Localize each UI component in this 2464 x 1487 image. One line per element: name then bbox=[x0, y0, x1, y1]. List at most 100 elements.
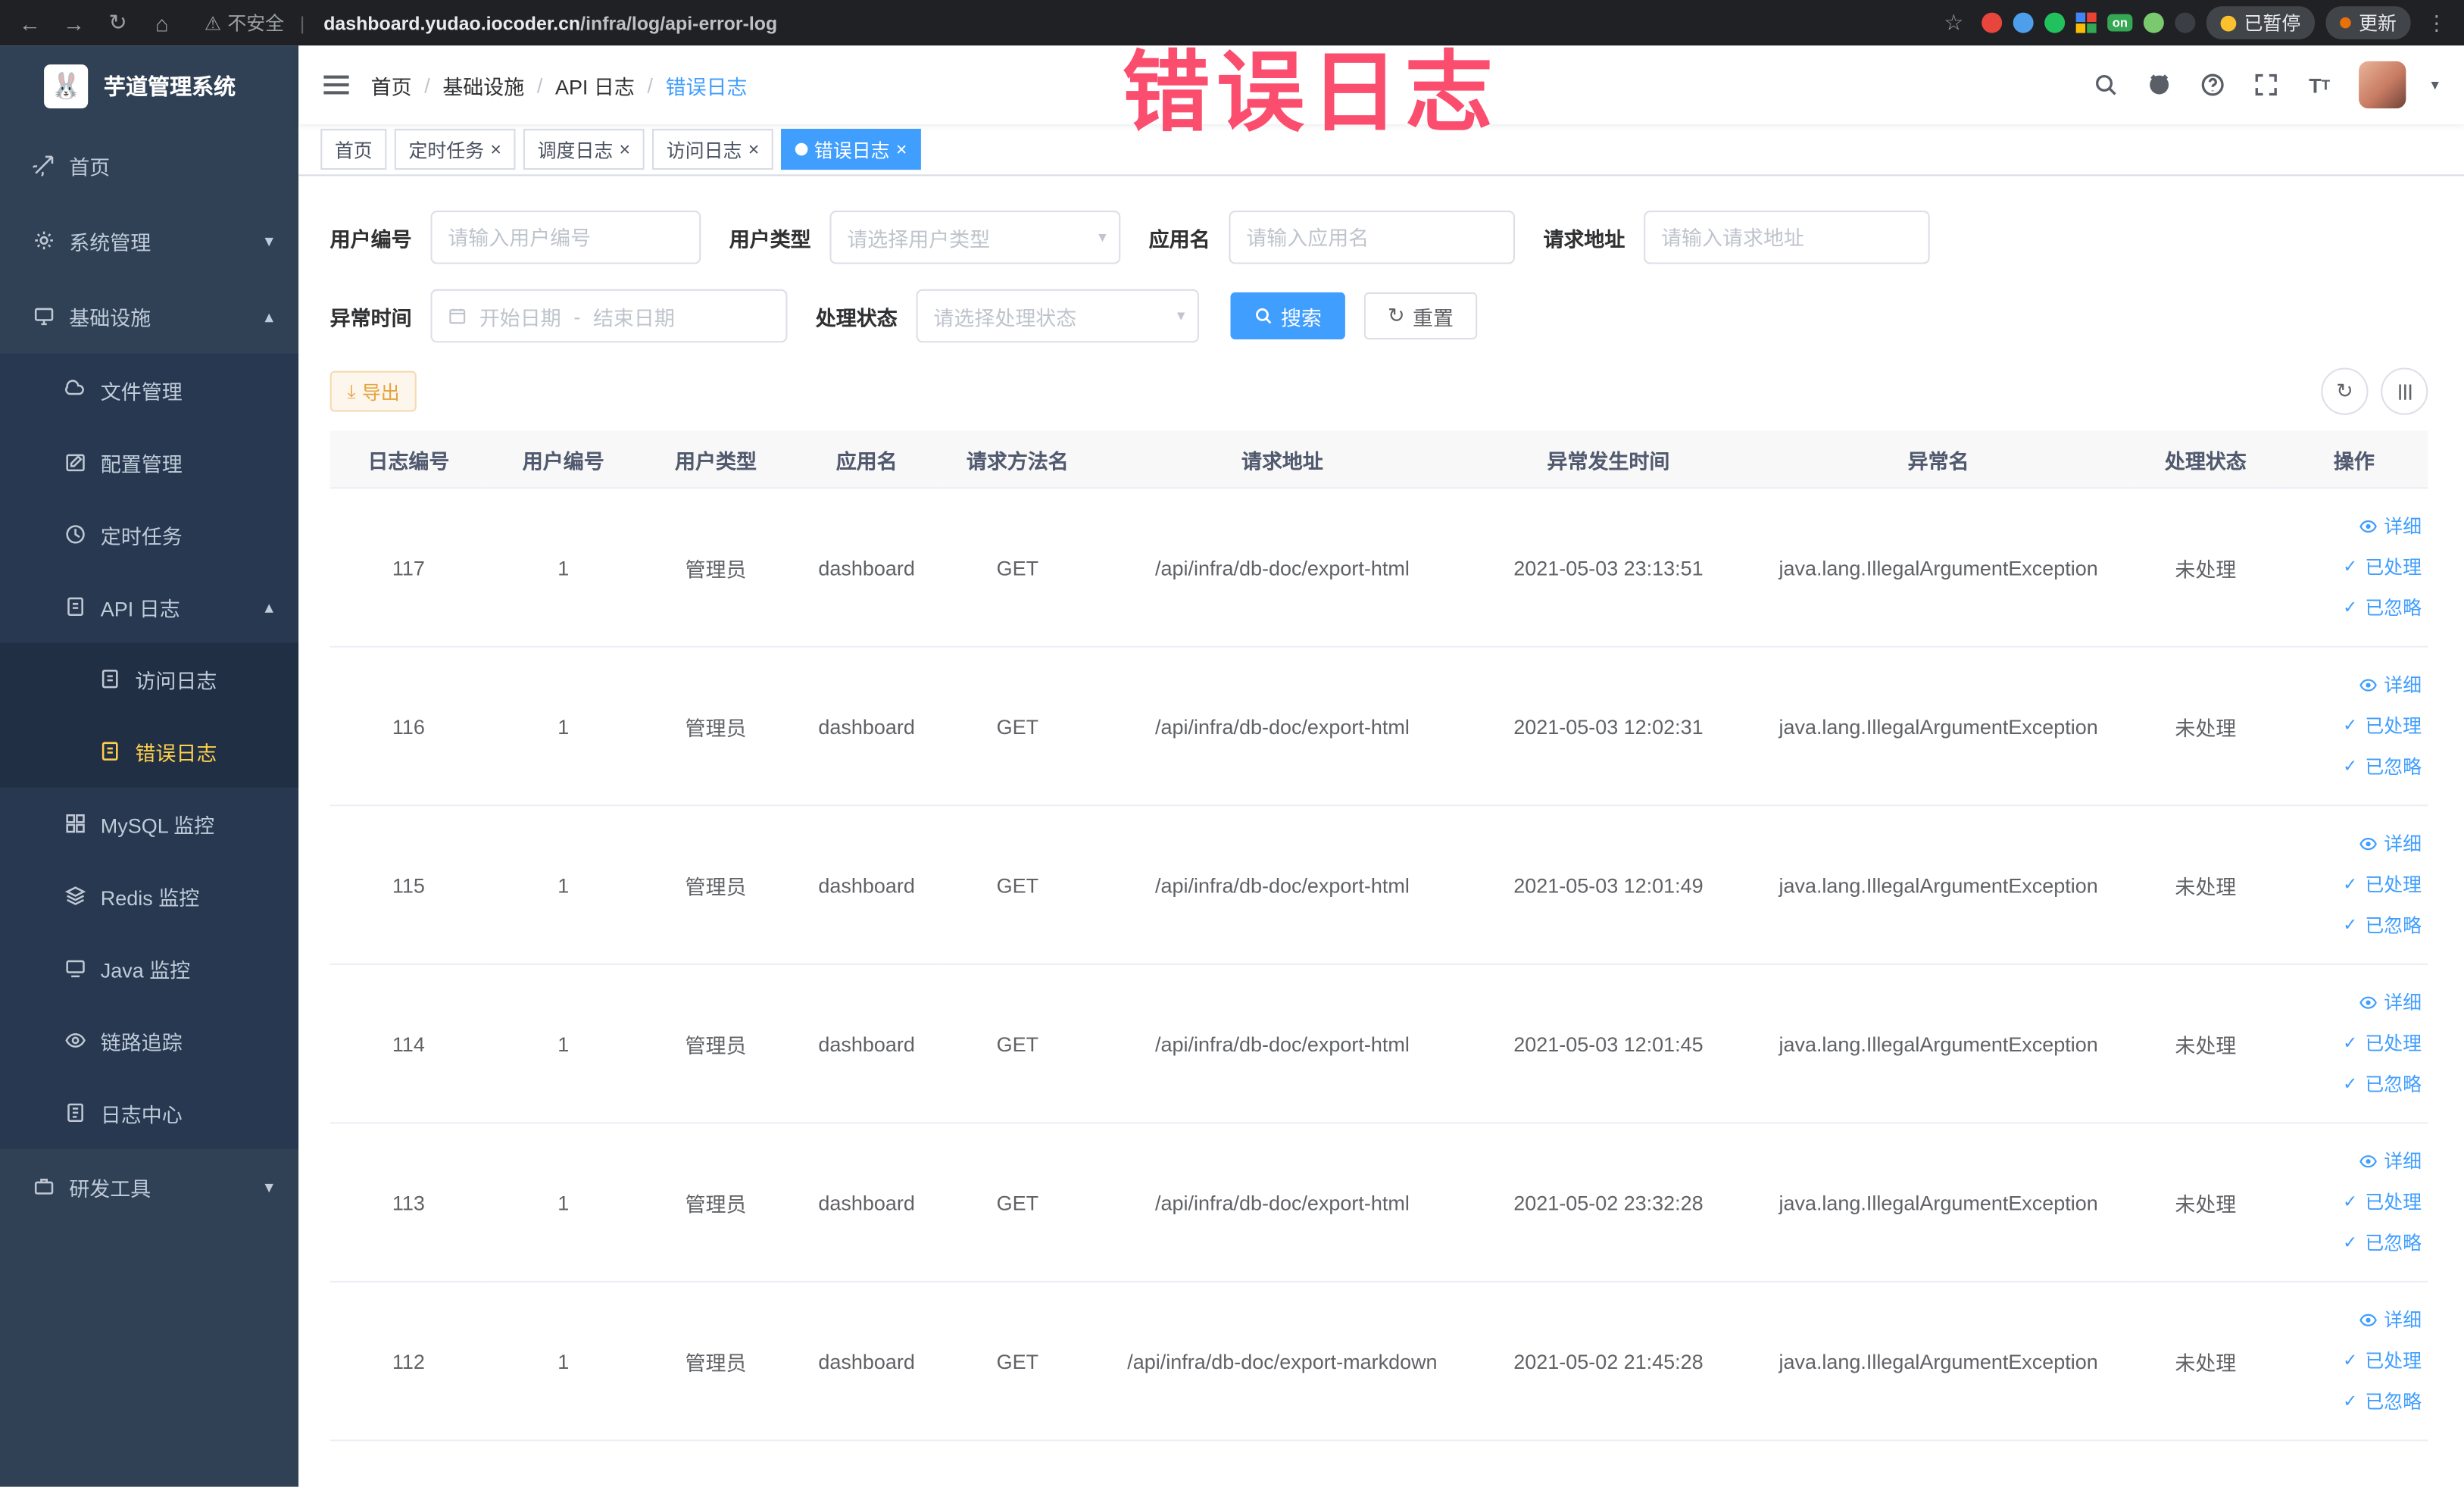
extension-icon[interactable] bbox=[2044, 12, 2066, 33]
column-header: 异常发生时间 bbox=[1470, 430, 1746, 489]
close-icon[interactable]: × bbox=[896, 139, 907, 161]
sidebar-item-file-management[interactable]: 文件管理 bbox=[0, 354, 298, 426]
table-cell: 管理员 bbox=[639, 646, 792, 807]
sidebar-item-infrastructure[interactable]: 基础设施 ▴ bbox=[0, 278, 298, 354]
export-button[interactable]: ⤓ 导出 bbox=[329, 370, 417, 412]
ignored-link[interactable]: ✓ 已忽略 bbox=[2287, 1223, 2422, 1264]
bookmark-star-icon[interactable]: ☆ bbox=[1936, 9, 1971, 36]
extension-icon[interactable] bbox=[2175, 12, 2196, 33]
process-status-label: 处理状态 bbox=[815, 305, 898, 330]
extension-grid-icon[interactable] bbox=[2076, 12, 2097, 33]
request-url-input[interactable] bbox=[1644, 211, 1930, 264]
check-icon: ✓ bbox=[2343, 1192, 2358, 1212]
back-icon[interactable]: ← bbox=[13, 10, 48, 35]
detail-link[interactable]: 详细 bbox=[2287, 982, 2422, 1023]
ignored-link[interactable]: ✓ 已忽略 bbox=[2287, 1064, 2422, 1105]
home-icon[interactable]: ⌂ bbox=[145, 10, 180, 35]
extension-icon[interactable] bbox=[2143, 12, 2164, 33]
eye-icon bbox=[2359, 676, 2379, 695]
sidebar-item-access-log[interactable]: 访问日志 bbox=[0, 643, 298, 715]
extension-icon[interactable] bbox=[2013, 12, 2035, 33]
sidebar-item-system[interactable]: 系统管理 ▾ bbox=[0, 203, 298, 279]
sidebar-item-mysql-monitor[interactable]: MySQL 监控 bbox=[0, 787, 298, 859]
table-cell: java.lang.IllegalArgumentException bbox=[1745, 805, 2131, 965]
breadcrumb-api-logs[interactable]: API 日志 bbox=[555, 70, 635, 99]
sidebar-item-config-management[interactable]: 配置管理 bbox=[0, 426, 298, 498]
detail-link[interactable]: 详细 bbox=[2287, 506, 2422, 547]
paused-badge[interactable]: 已暂停 bbox=[2206, 6, 2316, 39]
breadcrumb-infrastructure[interactable]: 基础设施 bbox=[442, 70, 524, 99]
column-header: 异常名 bbox=[1745, 430, 2131, 489]
detail-link[interactable]: 详细 bbox=[2287, 665, 2422, 706]
sidebar-item-redis-monitor[interactable]: Redis 监控 bbox=[0, 860, 298, 932]
search-button[interactable]: 搜索 bbox=[1230, 292, 1346, 340]
sidebar-item-java-monitor[interactable]: Java 监控 bbox=[0, 932, 298, 1004]
refresh-button[interactable]: ↻ bbox=[2321, 367, 2369, 415]
breadcrumb-error-log[interactable]: 错误日志 bbox=[666, 70, 748, 99]
close-icon[interactable]: × bbox=[620, 139, 631, 161]
processed-link[interactable]: ✓ 已处理 bbox=[2287, 864, 2422, 905]
process-status-select[interactable]: 请选择处理状态 ▾ bbox=[916, 289, 1200, 343]
row-actions: 详细 ✓ 已处理 ✓ 已忽略 bbox=[2280, 805, 2428, 965]
mysql-icon bbox=[63, 812, 86, 836]
tab-home[interactable]: 首页 bbox=[320, 129, 387, 170]
menu-kebab-icon[interactable]: ⋮ bbox=[2422, 10, 2451, 35]
detail-link[interactable]: 详细 bbox=[2287, 1300, 2422, 1341]
processed-link[interactable]: ✓ 已处理 bbox=[2287, 547, 2422, 588]
user-type-select[interactable]: 请选择用户类型 ▾ bbox=[829, 211, 1121, 264]
breadcrumb-home[interactable]: 首页 bbox=[371, 70, 412, 99]
processed-link[interactable]: ✓ 已处理 bbox=[2287, 706, 2422, 747]
reset-button[interactable]: ↻ 重置 bbox=[1363, 292, 1478, 340]
ignored-link[interactable]: ✓ 已忽略 bbox=[2287, 905, 2422, 946]
sidebar-item-scheduled-tasks[interactable]: 定时任务 bbox=[0, 498, 298, 570]
table-cell: /api/infra/db-doc/export-html bbox=[1093, 646, 1471, 807]
search-icon[interactable] bbox=[2091, 70, 2119, 98]
app-logo[interactable]: 🐰 芋道管理系统 bbox=[0, 45, 298, 127]
help-icon[interactable] bbox=[2198, 70, 2226, 98]
user-id-input[interactable] bbox=[430, 211, 701, 264]
user-avatar[interactable] bbox=[2359, 61, 2406, 109]
ignored-link[interactable]: ✓ 已忽略 bbox=[2287, 1382, 2422, 1423]
tab-schedule-log[interactable]: 调度日志 × bbox=[523, 129, 645, 170]
check-icon: ✓ bbox=[2343, 875, 2358, 895]
processed-link[interactable]: ✓ 已处理 bbox=[2287, 1023, 2422, 1064]
sidebar-item-api-logs[interactable]: API 日志 ▴ bbox=[0, 570, 298, 642]
tab-scheduled-tasks[interactable]: 定时任务 × bbox=[394, 129, 516, 170]
column-header: 请求地址 bbox=[1093, 430, 1471, 489]
sidebar-item-home[interactable]: 首页 bbox=[0, 127, 298, 203]
table-cell: dashboard bbox=[792, 646, 942, 807]
security-indicator[interactable]: ⚠ 不安全 | bbox=[205, 9, 314, 36]
close-icon[interactable]: × bbox=[490, 139, 501, 161]
column-header: 请求方法名 bbox=[941, 430, 1094, 489]
tab-access-log[interactable]: 访问日志 × bbox=[652, 129, 773, 170]
processed-link[interactable]: ✓ 已处理 bbox=[2287, 1341, 2422, 1382]
tab-error-log[interactable]: 错误日志 × bbox=[781, 129, 922, 170]
detail-link[interactable]: 详细 bbox=[2287, 823, 2422, 864]
date-range-picker[interactable]: 开始日期 - 结束日期 bbox=[430, 289, 788, 343]
sidebar-item-dev-tools[interactable]: 研发工具 ▾ bbox=[0, 1149, 298, 1225]
sidebar-item-log-center[interactable]: 日志中心 bbox=[0, 1076, 298, 1148]
github-icon[interactable] bbox=[2145, 70, 2173, 98]
ignored-link[interactable]: ✓ 已忽略 bbox=[2287, 588, 2422, 629]
column-settings-button[interactable] bbox=[2381, 367, 2428, 415]
sidebar-item-tracing[interactable]: 链路追踪 bbox=[0, 1004, 298, 1076]
processed-link[interactable]: ✓ 已处理 bbox=[2287, 1182, 2422, 1223]
hamburger-icon[interactable] bbox=[323, 75, 349, 95]
font-size-icon[interactable]: TT bbox=[2306, 70, 2334, 98]
table-row: 116 1 管理员 dashboard GET/api/infra/db-doc/exp… bbox=[329, 646, 2428, 807]
table-cell: GET bbox=[941, 488, 1094, 648]
reload-icon[interactable]: ↻ bbox=[101, 9, 136, 36]
chevron-down-icon[interactable]: ▾ bbox=[2431, 77, 2438, 94]
file-icon bbox=[63, 378, 86, 401]
close-icon[interactable]: × bbox=[748, 139, 760, 161]
sidebar: 🐰 芋道管理系统 首页 系统管理 ▾ 基础设施 ▴ 文件管理 配置管理 定时任务… bbox=[0, 45, 299, 1487]
ignored-link[interactable]: ✓ 已忽略 bbox=[2287, 746, 2422, 787]
detail-link[interactable]: 详细 bbox=[2287, 1141, 2422, 1182]
sidebar-item-error-log[interactable]: 错误日志 bbox=[0, 715, 298, 787]
extension-icon[interactable] bbox=[1982, 12, 2003, 33]
update-button[interactable]: 更新 bbox=[2325, 6, 2411, 39]
fullscreen-icon[interactable] bbox=[2252, 70, 2280, 98]
forward-icon[interactable]: → bbox=[57, 10, 92, 35]
app-name-input[interactable] bbox=[1229, 211, 1516, 264]
on-badge[interactable]: on bbox=[2107, 14, 2133, 32]
